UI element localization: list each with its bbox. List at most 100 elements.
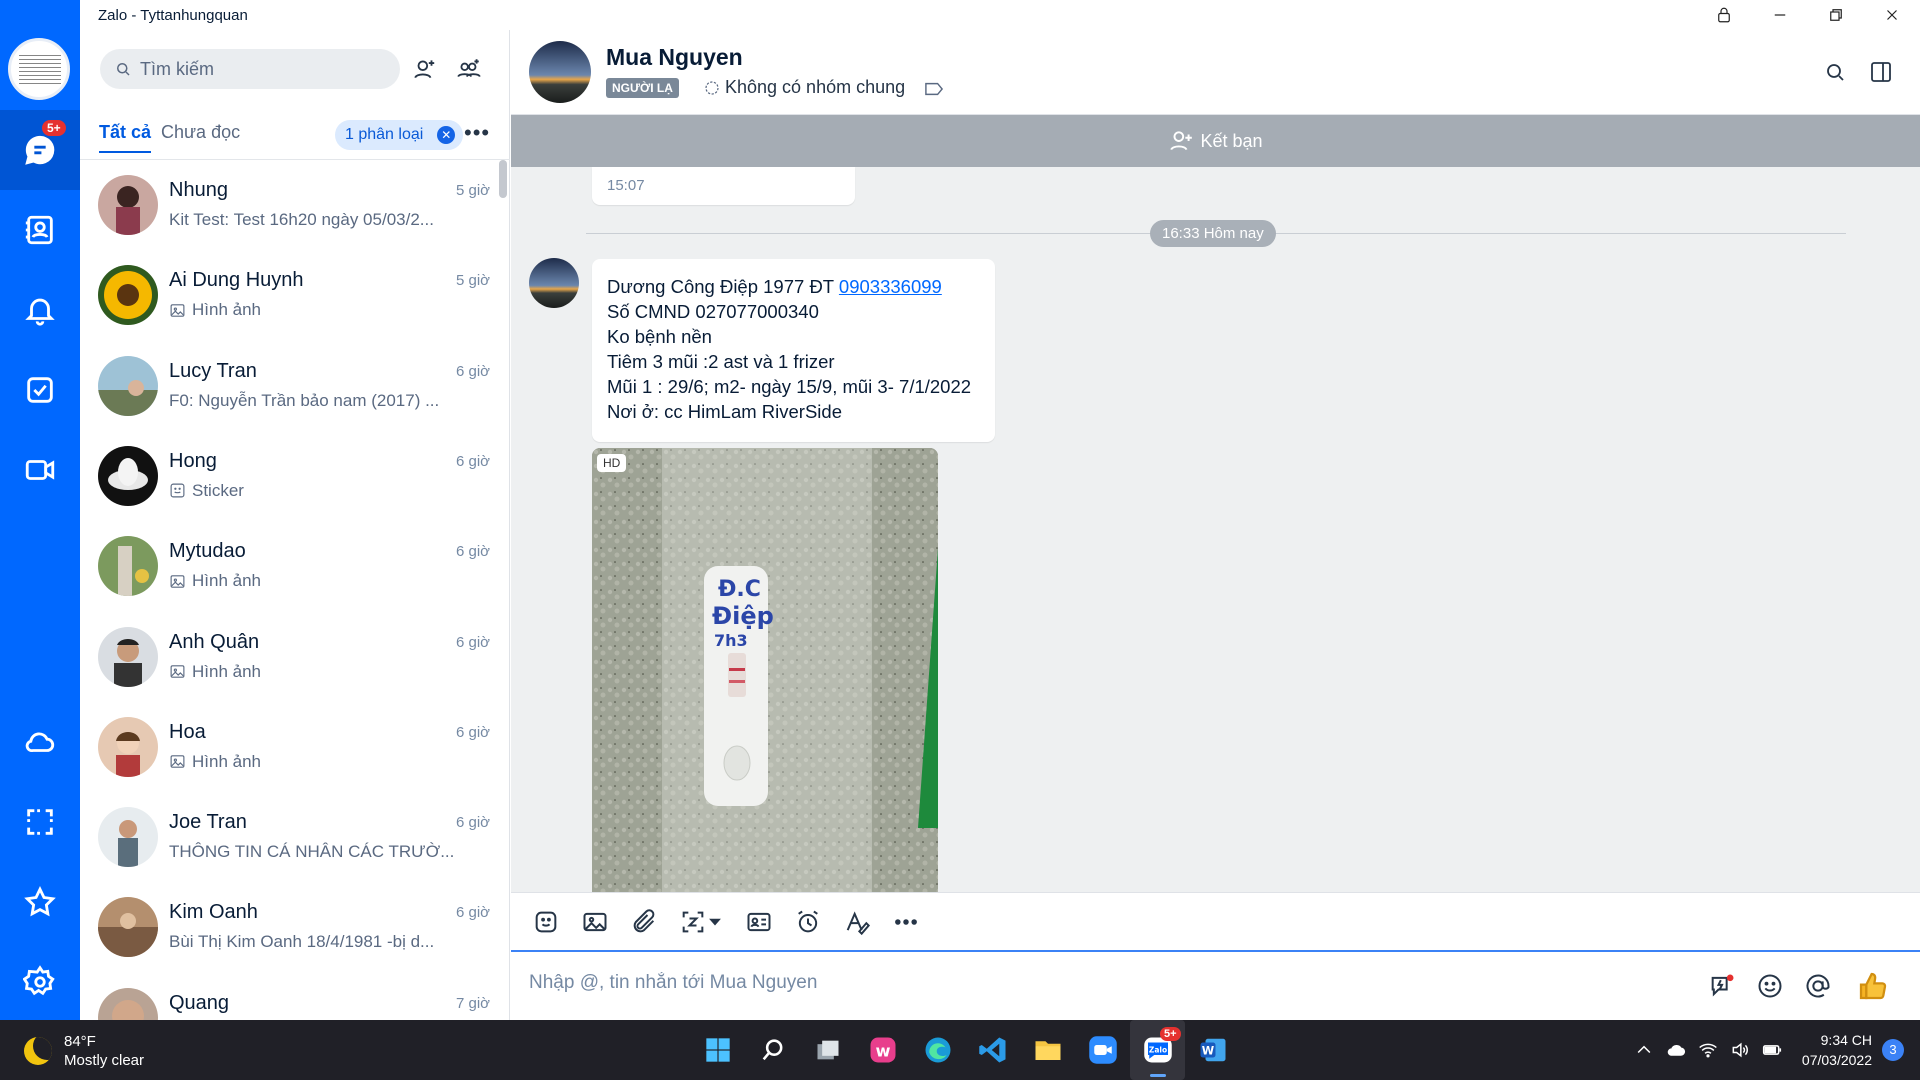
notification-count-badge[interactable]: 3 — [1882, 1039, 1904, 1061]
battery-tray[interactable] — [1758, 1036, 1786, 1064]
category-filter-chip[interactable]: 1 phân loại ✕ — [335, 120, 464, 150]
taskbar-app-vscode[interactable] — [965, 1020, 1020, 1080]
weather-widget[interactable]: 84°F Mostly clear — [24, 1032, 144, 1070]
test-kit-photo[interactable]: Đ.C Điệp 7h3 HD — [592, 448, 938, 892]
todo-checkbox-icon — [27, 377, 53, 403]
more-options-icon[interactable]: ••• — [464, 120, 490, 146]
nav-cloud[interactable] — [0, 702, 80, 782]
phone-link[interactable]: 0903336099 — [839, 276, 942, 297]
tag-icon — [925, 82, 944, 96]
attach-file-button[interactable] — [628, 906, 660, 938]
nav-screenshot[interactable] — [0, 782, 80, 862]
close-button[interactable] — [1864, 0, 1920, 30]
common-groups-info[interactable]: Không có nhóm chung — [703, 77, 905, 98]
taskbar-app-file-explorer[interactable] — [1020, 1020, 1075, 1080]
messages-badge: 5+ — [40, 118, 68, 138]
search-box[interactable] — [100, 49, 400, 89]
message-line: Dương Công Điệp 1977 ĐT 0903336099 — [607, 276, 942, 297]
conversation-item[interactable]: Kim Oanh 6 giờ Bùi Thị Kim Oanh 18/4/1981 … — [80, 882, 500, 972]
add-group-icon — [457, 59, 481, 78]
reminder-button[interactable] — [792, 906, 824, 938]
sticker-button[interactable] — [530, 906, 562, 938]
taskbar-app-zoom[interactable] — [1075, 1020, 1130, 1080]
stranger-badge: NGƯỜI LẠ — [606, 78, 679, 98]
show-hidden-icons[interactable] — [1630, 1036, 1658, 1064]
my-avatar[interactable] — [8, 38, 70, 100]
capture-options-dropdown[interactable] — [705, 906, 725, 938]
label-tag-button[interactable] — [923, 80, 945, 103]
avatar — [98, 807, 158, 868]
windows-taskbar: 84°F Mostly clear w Zalo 5+ W 9:34 CH 07… — [0, 1020, 1920, 1080]
message-bubble[interactable]: Dương Công Điệp 1977 ĐT 0903336099 Số CM… — [592, 259, 995, 442]
conversation-item[interactable]: Joe Tran 6 giờ THÔNG TIN CÁ NHÂN CÁC TRƯỜ.… — [80, 792, 500, 882]
contact-name[interactable]: Mua Nguyen — [606, 44, 743, 71]
speaker-icon — [1732, 1042, 1748, 1058]
left-nav: 5+ — [0, 0, 80, 1020]
send-image-button[interactable] — [579, 906, 611, 938]
send-like-button[interactable] — [1856, 969, 1890, 1003]
clock[interactable]: 9:34 CH 07/03/2022 — [1802, 1030, 1872, 1070]
text-format-button[interactable] — [841, 906, 873, 938]
nav-contacts[interactable] — [0, 190, 80, 270]
send-contact-card-button[interactable] — [743, 906, 775, 938]
search-input[interactable] — [140, 58, 380, 80]
preview-text: Hình ảnh — [192, 661, 261, 681]
conversation-name: Hong — [169, 449, 217, 472]
avatar — [98, 716, 158, 777]
nav-todo[interactable] — [0, 350, 80, 430]
hd-badge: HD — [597, 454, 627, 472]
sender-avatar[interactable] — [529, 258, 579, 308]
taskbar-app-edge[interactable] — [910, 1020, 965, 1080]
conversation-item[interactable]: Mytudao 6 giờ Hình ảnh — [80, 521, 500, 611]
nav-messages[interactable]: 5+ — [0, 110, 80, 190]
conversation-item[interactable]: Ai Dung Huynh 5 giờ Hình ảnh — [80, 250, 500, 340]
task-view-icon — [817, 1040, 838, 1060]
search-in-chat-button[interactable] — [1818, 55, 1852, 89]
conversation-item[interactable]: Lucy Tran 6 giờ F0: Nguyễn Trần bảo nam (2… — [80, 341, 500, 431]
conversation-list-panel: Tất cả Chưa đọc 1 phân loại ✕ ••• Nhung 5… — [80, 30, 510, 1048]
conversation-list-scrollbar[interactable] — [499, 160, 507, 198]
tab-unread[interactable]: Chưa đọc — [161, 122, 240, 151]
quick-message-button[interactable] — [1705, 969, 1739, 1003]
contact-avatar[interactable] — [529, 41, 591, 103]
mention-button[interactable] — [1801, 969, 1835, 1003]
taskbar-app-word[interactable]: W — [1185, 1020, 1240, 1080]
conversation-time: 6 giờ — [455, 543, 490, 561]
message-input[interactable] — [529, 972, 1629, 994]
lock-button[interactable] — [1696, 0, 1752, 30]
previous-message-bubble[interactable]: 15:07 — [592, 167, 855, 205]
taskbar-app-winrar[interactable]: w — [855, 1020, 910, 1080]
conversation-item[interactable]: Hoa 6 giờ Hình ảnh — [80, 702, 500, 792]
volume-tray[interactable] — [1726, 1036, 1754, 1064]
conversation-info-toggle[interactable] — [1864, 55, 1898, 89]
emoji-button[interactable] — [1753, 969, 1787, 1003]
onedrive-tray[interactable] — [1662, 1036, 1690, 1064]
conversation-name: Kim Oanh — [169, 901, 258, 924]
nav-favorites[interactable] — [0, 862, 80, 942]
task-view-button[interactable] — [800, 1020, 855, 1080]
taskbar-search[interactable] — [745, 1020, 800, 1080]
nav-video-call[interactable] — [0, 430, 80, 510]
more-tools-button[interactable] — [890, 906, 922, 938]
gear-icon — [23, 965, 55, 996]
clear-filter-icon[interactable]: ✕ — [437, 126, 456, 144]
add-friend-button[interactable] — [408, 52, 442, 86]
weather-condition: Mostly clear — [64, 1052, 145, 1069]
minimize-button[interactable] — [1752, 0, 1808, 30]
wifi-tray[interactable] — [1694, 1036, 1722, 1064]
add-friend-bar[interactable]: Kết bạn — [511, 115, 1920, 167]
nav-settings[interactable] — [0, 942, 80, 1022]
conversation-item[interactable]: Nhung 5 giờ Kit Test: Test 16h20 ngày 05/0… — [80, 160, 500, 250]
restore-button[interactable] — [1808, 0, 1864, 30]
weather-temperature: 84°F — [64, 1033, 96, 1050]
nav-notifications[interactable] — [0, 270, 80, 350]
conversation-item[interactable]: Anh Quân 6 giờ Hình ảnh — [80, 612, 500, 702]
create-group-button[interactable] — [452, 52, 486, 86]
contact-card-icon — [747, 912, 771, 932]
start-button[interactable] — [690, 1020, 745, 1080]
conversation-time: 5 giờ — [455, 182, 490, 199]
taskbar-app-zalo[interactable]: Zalo 5+ — [1130, 1020, 1185, 1080]
conversation-item[interactable]: Hong 6 giờ Sticker — [80, 431, 500, 521]
avatar — [98, 355, 158, 416]
tab-all[interactable]: Tất cả — [99, 122, 152, 153]
